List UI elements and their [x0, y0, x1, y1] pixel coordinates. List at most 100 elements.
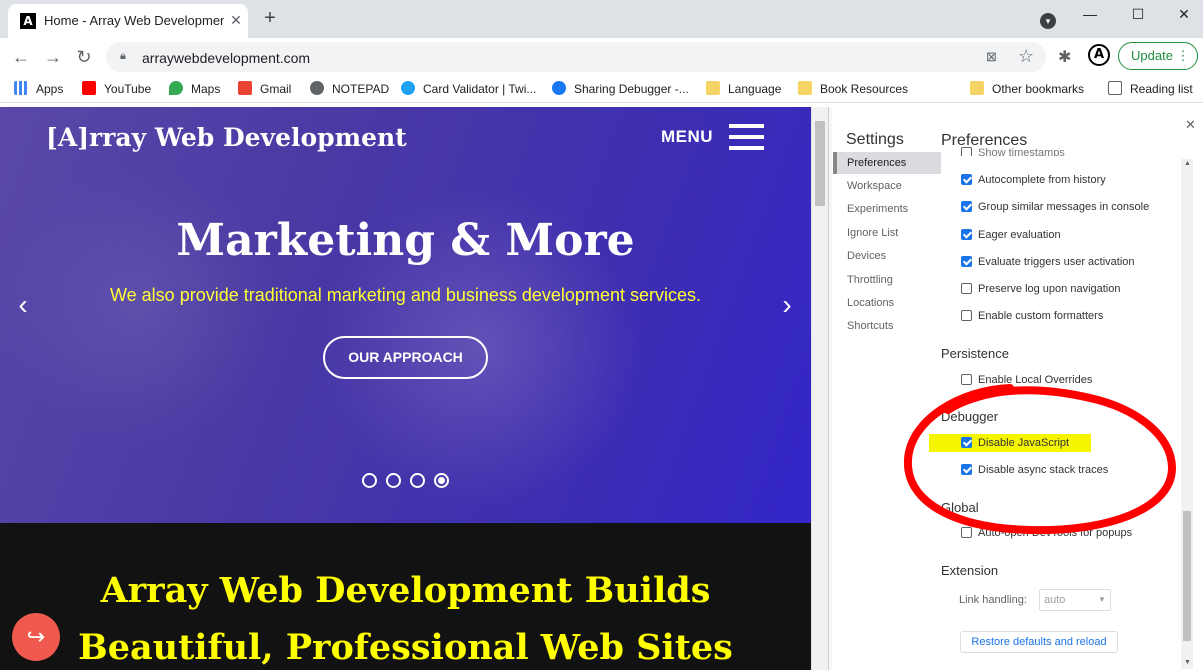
- tab-favicon-icon: A: [20, 13, 36, 29]
- section-title-line1: Array Web Development Builds: [100, 570, 711, 611]
- bookmark-apps[interactable]: Apps: [14, 80, 63, 98]
- hero-title: Marketing & More: [176, 215, 635, 266]
- facebook-icon: [552, 81, 566, 95]
- slider-dot-4-active[interactable]: [434, 473, 449, 488]
- devtools-divider: [829, 107, 832, 670]
- bookmark-folder-language[interactable]: Language: [706, 80, 781, 98]
- hero-subtitle: We also provide traditional marketing an…: [110, 285, 701, 305]
- bookmark-sharing-debugger[interactable]: Sharing Debugger -...: [552, 80, 689, 98]
- restore-defaults-button[interactable]: Restore defaults and reload: [960, 631, 1118, 653]
- minimize-icon[interactable]: —: [1080, 4, 1100, 24]
- nav-item-preferences[interactable]: Preferences: [847, 157, 906, 169]
- blocked-scripts-icon[interactable]: ⊠: [986, 49, 997, 65]
- link-handling-select[interactable]: auto ▼: [1039, 589, 1111, 611]
- nav-item-devices[interactable]: Devices: [847, 250, 886, 262]
- nav-item-shortcuts[interactable]: Shortcuts: [847, 320, 893, 332]
- lock-icon[interactable]: 🔒︎: [120, 50, 132, 64]
- scroll-down-icon[interactable]: ▼: [1184, 659, 1191, 666]
- share-arrow-icon[interactable]: ↪: [12, 613, 60, 661]
- nav-item-experiments[interactable]: Experiments: [847, 203, 908, 215]
- slider-dot-3[interactable]: [410, 473, 425, 488]
- option-custom-formatters[interactable]: Enable custom formatters: [961, 310, 1201, 326]
- section-title-line2: Beautiful, Professional Web Sites: [78, 627, 733, 668]
- browser-titlebar: A Home - Array Web Development ✕ + ▾ — ☐…: [0, 0, 1203, 38]
- bookmark-other-bookmarks[interactable]: Other bookmarks: [970, 80, 1084, 98]
- link-handling-label: Link handling:: [959, 594, 1027, 606]
- apps-grid-icon: [14, 81, 28, 95]
- section-persistence: Persistence: [941, 346, 1009, 361]
- devtools-close-icon[interactable]: ✕: [1185, 117, 1196, 133]
- red-annotation-circle: [903, 384, 1177, 535]
- settings-title: Settings: [846, 131, 904, 148]
- checkbox-checked[interactable]: [961, 256, 972, 267]
- slider-prev-icon[interactable]: ‹: [13, 290, 33, 320]
- option-show-timestamps[interactable]: Show timestamps: [961, 147, 1201, 156]
- new-tab-plus-icon[interactable]: +: [260, 8, 280, 28]
- option-group-similar[interactable]: Group similar messages in console: [961, 201, 1201, 217]
- website-viewport: [A]rray Web Development MENU Marketing &…: [0, 107, 811, 670]
- site-logo[interactable]: [A]rray Web Development: [46, 123, 407, 152]
- bookmark-gmail[interactable]: Gmail: [238, 80, 291, 98]
- bookmark-card-validator[interactable]: Card Validator | Twi...: [401, 80, 536, 98]
- folder-icon: [706, 81, 720, 95]
- checkbox-checked[interactable]: [961, 201, 972, 212]
- browser-tab-active[interactable]: A Home - Array Web Development ✕: [8, 4, 248, 38]
- bookmark-star-icon[interactable]: ☆: [1018, 46, 1034, 67]
- folder-icon: [970, 81, 984, 95]
- close-window-icon[interactable]: ✕: [1174, 4, 1194, 24]
- youtube-icon: [82, 81, 96, 95]
- option-eager-evaluation[interactable]: Eager evaluation: [961, 229, 1201, 245]
- gmail-icon: [238, 81, 252, 95]
- tab-title: Home - Array Web Development: [44, 13, 224, 28]
- slider-next-icon[interactable]: ›: [777, 290, 797, 320]
- update-label: Update: [1131, 48, 1173, 63]
- bookmark-reading-list[interactable]: Reading list: [1108, 80, 1193, 98]
- nav-item-workspace[interactable]: Workspace: [847, 180, 902, 192]
- forward-arrow-icon[interactable]: →: [42, 46, 64, 68]
- url-text[interactable]: arraywebdevelopment.com: [142, 50, 310, 66]
- checkbox[interactable]: [961, 310, 972, 321]
- our-approach-button[interactable]: OUR APPROACH: [323, 336, 488, 379]
- back-arrow-icon[interactable]: ←: [10, 46, 32, 68]
- menu-label[interactable]: MENU: [661, 127, 713, 147]
- reload-icon[interactable]: ↻: [73, 46, 95, 68]
- twitter-icon: [401, 81, 415, 95]
- nav-selected-indicator: [833, 152, 837, 174]
- hero-slider: [A]rray Web Development MENU Marketing &…: [0, 107, 811, 523]
- bookmarks-bar: Apps YouTube Maps Gmail NOTEPAD Card Val…: [0, 75, 1203, 103]
- nav-item-locations[interactable]: Locations: [847, 297, 894, 309]
- nav-item-throttling[interactable]: Throttling: [847, 274, 893, 286]
- checkbox-checked[interactable]: [961, 229, 972, 240]
- address-bar[interactable]: 🔒︎ arraywebdevelopment.com ⊠ ☆: [106, 42, 1046, 72]
- devtools-scrollbar-thumb[interactable]: [1183, 511, 1191, 641]
- maps-pin-icon: [169, 81, 183, 95]
- profile-avatar-icon[interactable]: A: [1088, 44, 1110, 66]
- tab-close-icon[interactable]: ✕: [228, 12, 244, 28]
- checkbox[interactable]: [961, 283, 972, 294]
- bookmark-maps[interactable]: Maps: [169, 80, 220, 98]
- folder-icon: [798, 81, 812, 95]
- checkbox-checked[interactable]: [961, 174, 972, 185]
- option-preserve-log[interactable]: Preserve log upon navigation: [961, 283, 1201, 299]
- bookmark-folder-book-resources[interactable]: Book Resources: [798, 80, 908, 98]
- bookmark-notepad[interactable]: NOTEPAD: [310, 80, 389, 98]
- bookmark-youtube[interactable]: YouTube: [82, 80, 151, 98]
- option-evaluate-triggers[interactable]: Evaluate triggers user activation: [961, 256, 1201, 272]
- extensions-puzzle-icon[interactable]: ✱: [1058, 47, 1071, 67]
- section-extension: Extension: [941, 563, 999, 578]
- globe-icon: [310, 81, 324, 95]
- slider-dot-2[interactable]: [386, 473, 401, 488]
- maximize-icon[interactable]: ☐: [1128, 4, 1148, 24]
- page-scrollbar-thumb[interactable]: [815, 121, 825, 206]
- devtools-scrollbar[interactable]: [1181, 159, 1193, 669]
- page-scrollbar[interactable]: [811, 107, 828, 670]
- update-button[interactable]: Update ⋮: [1118, 42, 1198, 70]
- slider-dot-1[interactable]: [362, 473, 377, 488]
- checkbox[interactable]: [961, 147, 972, 156]
- option-autocomplete-history[interactable]: Autocomplete from history: [961, 174, 1201, 190]
- tab-search-icon[interactable]: ▾: [1040, 13, 1056, 29]
- scroll-up-icon[interactable]: ▲: [1184, 160, 1191, 167]
- browser-toolbar: ← → ↻ 🔒︎ arraywebdevelopment.com ⊠ ☆ ✱ A…: [0, 38, 1203, 75]
- nav-item-ignore-list[interactable]: Ignore List: [847, 227, 898, 239]
- hamburger-menu-icon[interactable]: [729, 124, 764, 150]
